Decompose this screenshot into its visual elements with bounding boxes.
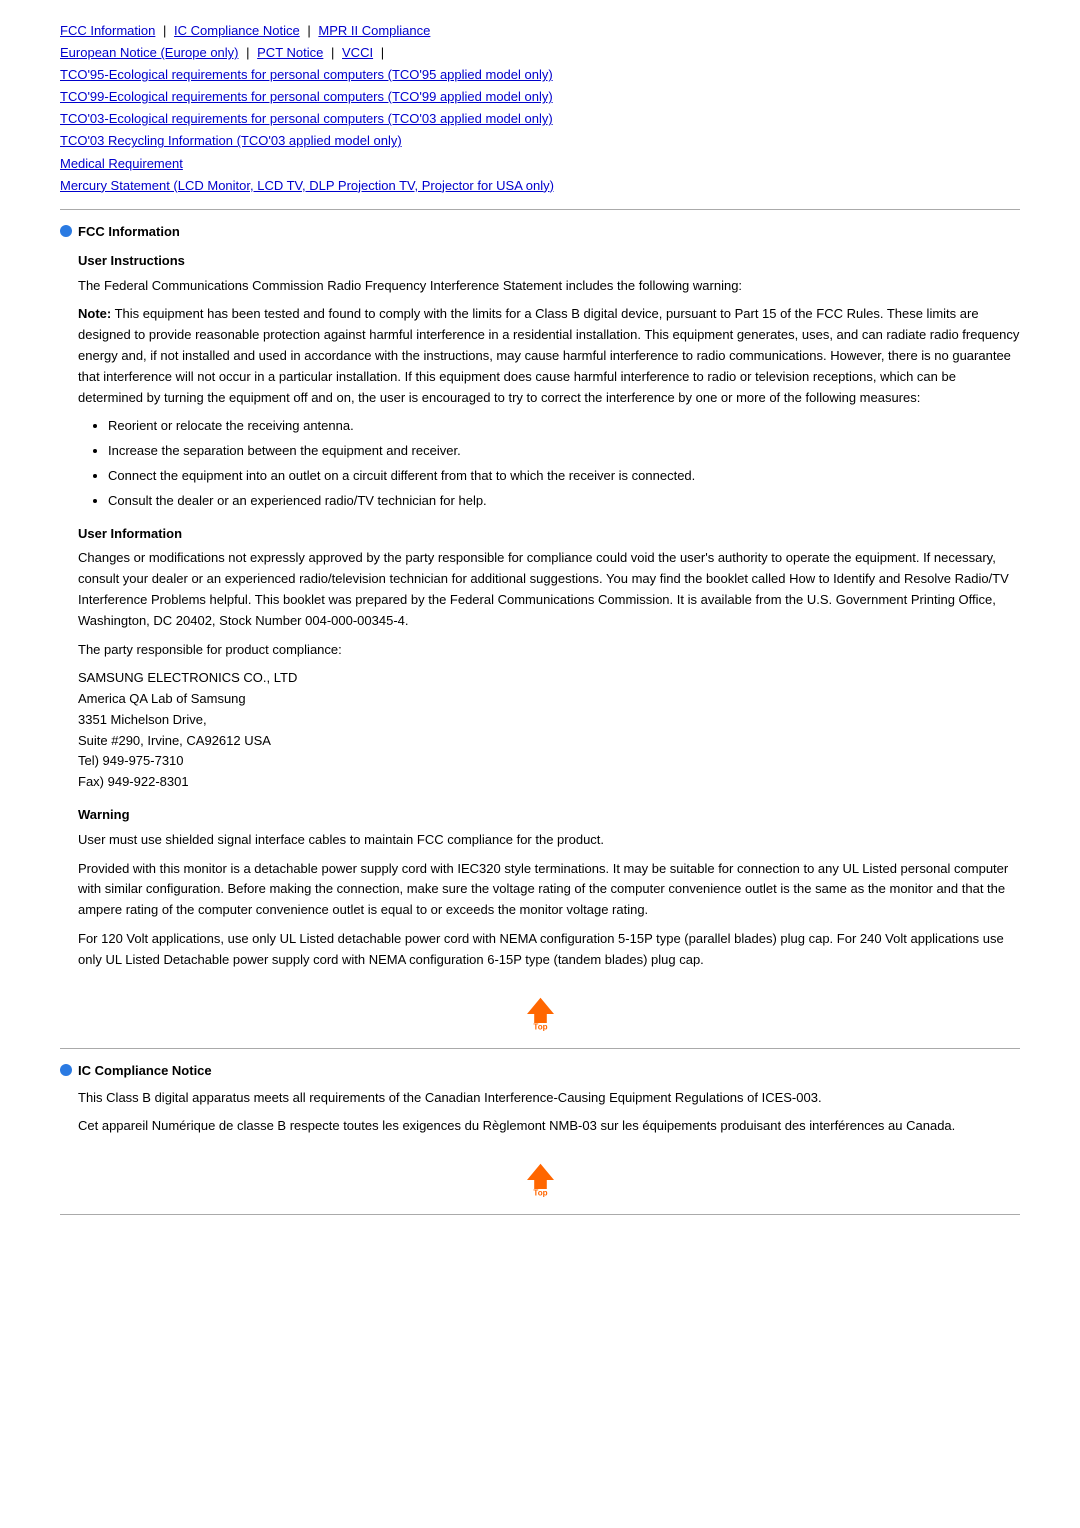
bullet-4: Consult the dealer or an experienced rad… (108, 491, 1020, 512)
separator-2: | (307, 23, 310, 38)
company-line-4: Tel) 949-975-7310 (78, 751, 1020, 772)
separator-3: | (246, 45, 249, 60)
company-line-2: 3351 Michelson Drive, (78, 710, 1020, 731)
company-line-5: Fax) 949-922-8301 (78, 772, 1020, 793)
ic-section-title: IC Compliance Notice (78, 1063, 212, 1078)
bullet-3: Connect the equipment into an outlet on … (108, 466, 1020, 487)
ic-content: This Class B digital apparatus meets all… (78, 1088, 1020, 1138)
ic-text1: This Class B digital apparatus meets all… (78, 1088, 1020, 1109)
fcc-section-icon (60, 225, 72, 237)
nav-link-tco03[interactable]: TCO'03-Ecological requirements for perso… (60, 111, 553, 126)
fcc-section: FCC Information User Instructions The Fe… (60, 224, 1020, 1032)
nav-link-european[interactable]: European Notice (Europe only) (60, 45, 239, 60)
ic-top-button[interactable]: Top (518, 1153, 563, 1198)
separator-4: | (331, 45, 334, 60)
ic-top-svg: Top (518, 1153, 563, 1198)
ic-section-header: IC Compliance Notice (60, 1063, 1020, 1078)
user-information-heading: User Information (78, 524, 1020, 545)
company-info: SAMSUNG ELECTRONICS CO., LTD America QA … (78, 668, 1020, 793)
fcc-bullet-list: Reorient or relocate the receiving anten… (108, 416, 1020, 511)
warning-heading: Warning (78, 805, 1020, 826)
svg-text:Top: Top (533, 1189, 547, 1198)
warning-text2: Provided with this monitor is a detachab… (78, 859, 1020, 921)
note-text: This equipment has been tested and found… (78, 306, 1019, 404)
nav-link-mpr[interactable]: MPR II Compliance (318, 23, 430, 38)
nav-link-tco99[interactable]: TCO'99-Ecological requirements for perso… (60, 89, 553, 104)
divider-bottom (60, 1214, 1020, 1215)
svg-text:Top: Top (533, 1022, 547, 1031)
bullet-2: Increase the separation between the equi… (108, 441, 1020, 462)
nav-link-fcc[interactable]: FCC Information (60, 23, 155, 38)
ic-section-icon (60, 1064, 72, 1076)
nav-link-vcci[interactable]: VCCI (342, 45, 373, 60)
company-line-3: Suite #290, Irvine, CA92612 USA (78, 731, 1020, 752)
user-instructions-intro: The Federal Communications Commission Ra… (78, 276, 1020, 297)
separator-1: | (163, 23, 166, 38)
fcc-top-svg: Top (518, 987, 563, 1032)
note-paragraph: Note: This equipment has been tested and… (78, 304, 1020, 408)
company-line-0: SAMSUNG ELECTRONICS CO., LTD (78, 668, 1020, 689)
ic-text2: Cet appareil Numérique de classe B respe… (78, 1116, 1020, 1137)
fcc-top-icon-container: Top (60, 987, 1020, 1032)
separator-5: | (381, 45, 384, 60)
user-information-text1: Changes or modifications not expressly a… (78, 548, 1020, 631)
nav-link-mercury[interactable]: Mercury Statement (LCD Monitor, LCD TV, … (60, 178, 554, 193)
divider-top (60, 209, 1020, 210)
responsible-party-label: The party responsible for product compli… (78, 640, 1020, 661)
divider-ic (60, 1048, 1020, 1049)
nav-links: FCC Information | IC Compliance Notice |… (60, 20, 1020, 197)
fcc-section-title: FCC Information (78, 224, 180, 239)
nav-link-ic[interactable]: IC Compliance Notice (174, 23, 300, 38)
user-instructions-heading: User Instructions (78, 251, 1020, 272)
fcc-top-button[interactable]: Top (518, 987, 563, 1032)
company-line-1: America QA Lab of Samsung (78, 689, 1020, 710)
ic-top-icon-container: Top (60, 1153, 1020, 1198)
fcc-content: User Instructions The Federal Communicat… (78, 251, 1020, 971)
fcc-section-header: FCC Information (60, 224, 1020, 239)
nav-link-medical[interactable]: Medical Requirement (60, 156, 183, 171)
nav-link-tco03r[interactable]: TCO'03 Recycling Information (TCO'03 app… (60, 133, 402, 148)
warning-text3: For 120 Volt applications, use only UL L… (78, 929, 1020, 971)
warning-text1: User must use shielded signal interface … (78, 830, 1020, 851)
ic-section: IC Compliance Notice This Class B digita… (60, 1063, 1020, 1199)
note-bold: Note: (78, 306, 111, 321)
bullet-1: Reorient or relocate the receiving anten… (108, 416, 1020, 437)
nav-link-tco95[interactable]: TCO'95-Ecological requirements for perso… (60, 67, 553, 82)
nav-link-pct[interactable]: PCT Notice (257, 45, 323, 60)
